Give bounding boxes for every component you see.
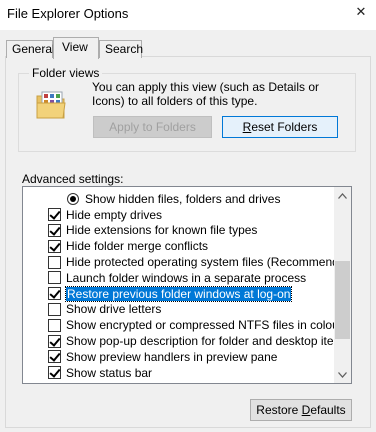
restore-defaults-label: Restore Defaults [256, 403, 346, 417]
close-button[interactable]: ✕ [346, 0, 376, 24]
list-item[interactable]: Show hidden files, folders and drives [23, 191, 335, 207]
apply-to-folders-label: Apply to Folders [109, 120, 196, 134]
close-icon: ✕ [355, 4, 367, 19]
checkbox[interactable] [48, 208, 61, 222]
list-item-label: Show drive letters [66, 302, 162, 317]
list-item-label: Show pop-up description for folder and d… [66, 334, 350, 349]
list-item[interactable]: Hide folder merge conflicts [23, 238, 335, 254]
list-item[interactable]: Hide protected operating system files (R… [23, 254, 351, 270]
tab-search[interactable]: Search [99, 40, 144, 58]
checkbox[interactable] [48, 287, 61, 301]
list-item-label: Hide empty drives [66, 207, 163, 222]
advanced-settings-label: Advanced settings: [22, 172, 124, 186]
list-item[interactable]: Restore previous folder windows at log-o… [23, 285, 335, 302]
radio-button[interactable] [67, 192, 79, 205]
list-item[interactable]: Hide extensions for known file types [23, 223, 335, 239]
checkbox[interactable] [48, 223, 61, 237]
checkbox[interactable] [48, 318, 61, 332]
folder-views-label: Folder views [29, 66, 103, 80]
checkbox[interactable] [48, 366, 61, 380]
list-item-label: Show preview handlers in preview pane [66, 349, 278, 364]
checkbox[interactable] [48, 350, 61, 364]
list-item-label: Show status bar [66, 365, 153, 380]
reset-folders-label: Reset Folders [242, 120, 318, 134]
window-title: File Explorer Options [7, 6, 129, 21]
apply-to-folders-button[interactable]: Apply to Folders [93, 116, 212, 138]
vertical-scrollbar[interactable] [334, 187, 351, 383]
title-bar: File Explorer Options ✕ [0, 0, 376, 30]
tab-view-label: View [62, 40, 88, 54]
list-item[interactable]: Show pop-up description for folder and d… [23, 333, 350, 349]
advanced-settings-items: Show hidden files, folders and drives Hid… [23, 191, 351, 381]
list-item[interactable]: Show drive letters [23, 302, 335, 318]
tab-search-label: Search [105, 42, 144, 56]
chevron-up-icon [338, 192, 347, 199]
list-item-label: Restore previous folder windows at log-o… [64, 285, 293, 302]
scrollbar-thumb[interactable] [335, 261, 350, 339]
checkbox[interactable] [48, 255, 61, 269]
list-item[interactable]: Launch folder windows in a separate proc… [23, 270, 335, 286]
checkbox[interactable] [48, 334, 61, 348]
list-item-label: Launch folder windows in a separate proc… [66, 270, 307, 285]
restore-defaults-button[interactable]: Restore Defaults [250, 399, 352, 421]
scroll-up-button[interactable] [334, 187, 351, 204]
tab-view[interactable]: View [53, 37, 99, 59]
folder-view-icon [34, 88, 68, 122]
list-item-label: Hide extensions for known file types [66, 223, 258, 238]
reset-folders-button[interactable]: Reset Folders [222, 116, 338, 138]
list-item[interactable]: Show preview handlers in preview pane [23, 349, 335, 365]
list-item-label: Show hidden files, folders and drives [85, 191, 281, 206]
advanced-settings-list[interactable]: Show hidden files, folders and drives Hid… [22, 186, 352, 384]
list-item[interactable]: Show status bar [23, 365, 335, 381]
checkbox[interactable] [48, 239, 61, 253]
folder-views-description: You can apply this view (such as Details… [92, 80, 320, 108]
checkbox[interactable] [48, 271, 61, 285]
list-item-label: Hide folder merge conflicts [66, 239, 209, 254]
tab-general[interactable]: General [6, 40, 55, 58]
list-item[interactable]: Show encrypted or compressed NTFS files … [23, 317, 343, 333]
list-item-label: Show encrypted or compressed NTFS files … [66, 318, 343, 333]
checkbox[interactable] [48, 302, 61, 316]
list-item[interactable]: Hide empty drives [23, 207, 335, 223]
chevron-down-icon [338, 371, 347, 378]
scroll-down-button[interactable] [334, 366, 351, 383]
list-item-label: Hide protected operating system files (R… [66, 255, 352, 270]
tab-general-label: General [12, 42, 55, 56]
